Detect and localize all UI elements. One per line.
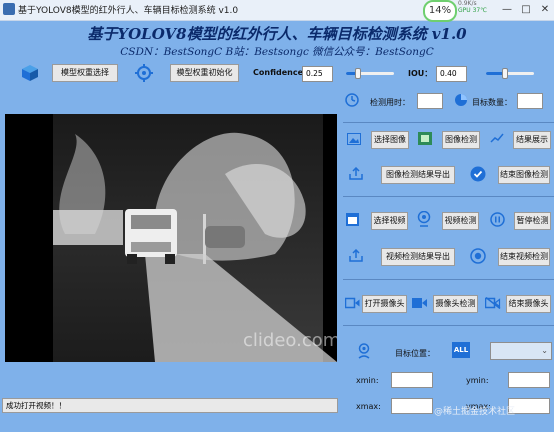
chevron-down-icon: ⌄ — [541, 346, 548, 355]
stop-circle-icon — [470, 248, 486, 264]
image-detect-button[interactable]: 图像检测 — [442, 131, 480, 149]
export-video-result-button[interactable]: 视频检测结果导出 — [381, 248, 455, 266]
iou-label: IOU： — [408, 69, 433, 78]
target-count-value — [517, 93, 543, 109]
pie-chart-icon — [455, 94, 467, 106]
performance-details: 0.9K/s GPU 37℃ — [458, 0, 487, 14]
maximize-button[interactable]: □ — [517, 1, 535, 18]
check-circle-icon — [470, 166, 486, 182]
location-pin-icon — [358, 343, 370, 359]
webcam-icon — [417, 211, 431, 227]
clock-icon — [345, 93, 359, 107]
detection-time-label: 检测用时： — [370, 98, 410, 107]
init-weights-button[interactable]: 模型权重初始化 — [170, 64, 239, 82]
pause-icon — [490, 212, 505, 227]
window-title: 基于YOLOV8模型的红外行人、车辆目标检测系统 v1.0 — [18, 6, 239, 16]
minimize-button[interactable]: — — [498, 1, 516, 18]
xmax-label: xmax: — [356, 402, 381, 411]
network-speed: 0.9K/s — [458, 0, 477, 7]
section-divider — [343, 122, 554, 123]
detection-time-value — [417, 93, 443, 109]
video-file-icon — [346, 213, 359, 226]
footer-watermark: @稀土掘金技术社区 — [434, 407, 516, 417]
iou-slider-handle[interactable] — [502, 68, 509, 79]
credits-line: CSDN：BestSongC B站：Bestsongc 微信公众号：BestSo… — [120, 46, 434, 58]
close-button[interactable]: ✕ — [536, 1, 554, 18]
select-weights-button[interactable]: 模型权重选择 — [52, 64, 118, 82]
crosshair-icon — [135, 64, 153, 82]
ymin-field — [508, 372, 550, 388]
camera-detect-button[interactable]: 摄像头检测 — [433, 295, 478, 313]
status-bar: 成功打开视频！！ — [2, 398, 338, 413]
camera-off-icon — [485, 297, 501, 309]
ymin-label: ymin: — [466, 376, 489, 385]
image-detect-icon — [418, 132, 432, 145]
app-icon — [3, 3, 15, 15]
export-icon — [349, 167, 363, 180]
export-image-result-button[interactable]: 图像检测结果导出 — [381, 166, 455, 184]
chart-line-icon — [490, 133, 504, 143]
window-titlebar: 基于YOLOV8模型的红外行人、车辆目标检测系统 v1.0 14% 0.9K/s… — [0, 0, 554, 22]
target-select-dropdown[interactable]: ⌄ — [490, 342, 552, 360]
open-camera-button[interactable]: 打开摄像头 — [362, 295, 407, 313]
confidence-label: Confidence: — [253, 68, 307, 77]
confidence-slider[interactable] — [346, 68, 394, 79]
section-divider — [343, 196, 554, 197]
select-video-button[interactable]: 选择视频 — [371, 212, 408, 230]
xmax-field — [391, 398, 433, 414]
infrared-frame-image: clideo.com — [5, 114, 337, 362]
select-image-button[interactable]: 选择图像 — [371, 131, 409, 149]
gpu-temperature: GPU 37℃ — [458, 7, 487, 14]
end-image-detect-button[interactable]: 结束图像检测 — [498, 166, 550, 184]
all-badge: ALL — [452, 342, 470, 358]
show-result-button[interactable]: 结果展示 — [513, 131, 551, 149]
page-title: 基于YOLOV8模型的红外行人、车辆目标检测系统 v1.0 — [87, 25, 467, 43]
cube-icon — [22, 65, 38, 81]
video-detect-button[interactable]: 视频检测 — [442, 212, 479, 230]
confidence-spinbox[interactable]: 0.25 — [302, 66, 333, 82]
section-divider — [343, 279, 554, 280]
export-icon — [349, 249, 363, 262]
xmin-field — [391, 372, 433, 388]
performance-widget[interactable]: 14% — [423, 0, 457, 22]
video-watermark: clideo.com — [243, 330, 337, 351]
section-divider — [343, 325, 554, 326]
target-count-label: 目标数量： — [472, 98, 512, 107]
target-position-label: 目标位置： — [395, 349, 435, 358]
video-display: clideo.com — [5, 114, 337, 362]
iou-slider[interactable] — [486, 68, 534, 79]
iou-spinbox[interactable]: 0.40 — [436, 66, 467, 82]
camera-icon — [345, 297, 360, 309]
confidence-slider-handle[interactable] — [355, 68, 361, 79]
end-camera-button[interactable]: 结束摄像头 — [506, 295, 551, 313]
xmin-label: xmin: — [356, 376, 379, 385]
pause-detect-button[interactable]: 暂停检测 — [514, 212, 551, 230]
image-icon — [347, 133, 361, 145]
end-video-detect-button[interactable]: 结束视频检测 — [498, 248, 550, 266]
camera-detect-icon — [412, 298, 427, 308]
